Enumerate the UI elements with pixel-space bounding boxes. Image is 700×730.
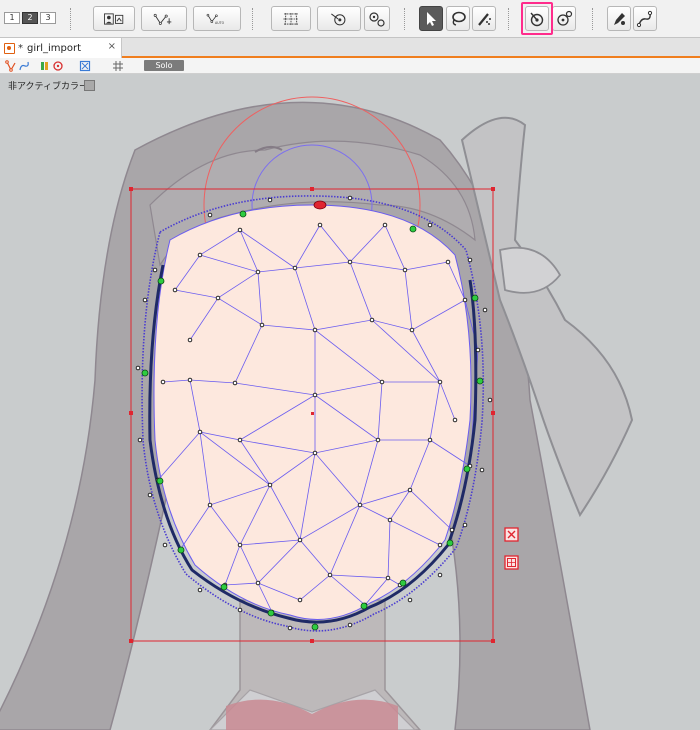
unsaved-mark: * [18,42,23,54]
add-vertex-button[interactable] [141,6,187,31]
rotate-deform-button[interactable] [317,6,361,31]
editor-canvas[interactable]: 非アクティブカラー： [0,75,700,730]
grid-display-icon[interactable] [112,60,124,72]
toolbar-separator [252,8,253,30]
tab-girl-import[interactable]: * girl_import × [0,38,122,58]
toolbar-separator [70,8,71,30]
auto-mesh-button[interactable]: AUTO [193,6,241,31]
auto-mesh-icon: AUTO [206,13,225,25]
pen-icon [614,12,625,25]
toolbar-separator [508,8,509,30]
rotation-target-icon [331,13,346,25]
lasso-tool-button[interactable] [446,6,470,31]
inactive-color-swatch[interactable] [84,80,95,91]
lasso-icon [452,11,466,26]
glue-display-icon[interactable] [40,60,52,72]
fit-view-icon[interactable] [79,60,91,72]
curve-path-icon [636,10,653,27]
pen-tool-button[interactable] [607,6,631,31]
gear-target-icon [369,11,385,27]
glue-gear-icon [557,10,573,26]
page-1-button[interactable]: 1 [4,12,20,24]
solo-button[interactable]: Solo [144,60,184,71]
page-2-button[interactable]: 2 [22,12,38,24]
page-3-button[interactable]: 3 [40,12,56,24]
app-window: 1 2 3 AUTO * girl_import × Solo 非アクティブカラ… [0,0,700,730]
view-sub-toolbar: Solo [0,58,700,74]
vertex-display-icon[interactable] [5,60,17,72]
glue-options-button[interactable] [552,6,576,31]
brush-select-button[interactable] [472,6,496,31]
tab-close-button[interactable]: × [108,41,116,52]
toolbar-separator [404,8,405,30]
path-tool-button[interactable] [633,6,657,31]
highlighted-tool-frame [521,2,553,35]
top-toolbar: 1 2 3 AUTO [0,0,700,38]
person-mesh-icon [104,12,124,25]
select-tool-button[interactable] [419,6,443,31]
deform-options-button[interactable] [364,6,390,31]
rotation-display-icon[interactable] [52,60,64,72]
grid-icon [283,12,299,25]
tab-title: girl_import [27,42,82,54]
document-tab-bar: * girl_import × [0,38,700,58]
model-viewport[interactable] [0,75,700,730]
grid-deform-button[interactable] [271,6,311,31]
path-display-icon[interactable] [18,60,30,72]
toolbar-separator [592,8,593,30]
svg-text:AUTO: AUTO [215,21,225,25]
brush-dots-icon [478,12,491,26]
cursor-arrow-icon [427,11,436,26]
vertex-add-icon [153,13,172,25]
document-model-icon [4,42,15,54]
mesh-person-button[interactable] [93,6,135,31]
